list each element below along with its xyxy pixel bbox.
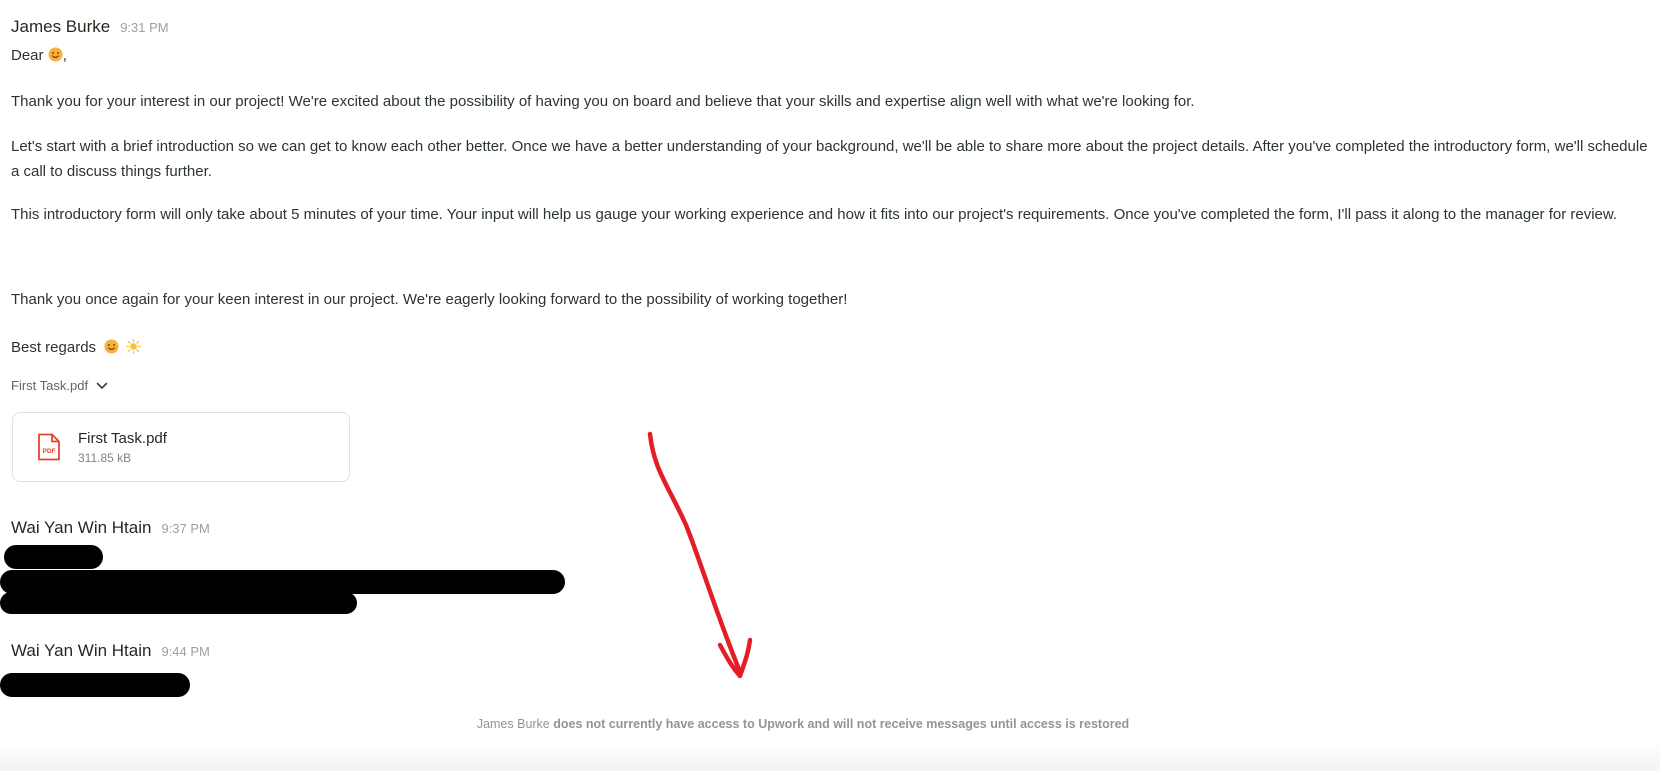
message-header: James Burke 9:31 PM	[11, 17, 1651, 37]
closing-text: Best regards	[11, 339, 97, 356]
paragraph-text: Let's start with a brief introduction so…	[11, 138, 1648, 180]
pdf-file-icon: PDF	[38, 433, 60, 461]
redacted-text	[0, 673, 190, 697]
access-notice: James Burke does not currently have acce…	[0, 717, 1606, 731]
paragraph-text: Thank you for your interest in our proje…	[11, 93, 1195, 110]
paragraph-text: This introductory form will only take ab…	[11, 206, 1618, 223]
redacted-text	[0, 570, 565, 594]
pdf-icon-label: PDF	[43, 448, 56, 455]
sender-name[interactable]: Wai Yan Win Htain	[11, 641, 151, 661]
attachment-size: 311.85 kB	[78, 450, 132, 465]
greeting-text: Dear	[11, 47, 44, 64]
attachment-toggle[interactable]: First Task.pdf	[11, 378, 108, 393]
paragraph-1: Thank you for your interest in our proje…	[11, 90, 1651, 115]
message-james-burke: James Burke 9:31 PM	[11, 17, 1651, 37]
attachment-card[interactable]: PDF First Task.pdf 311.85 kB	[12, 412, 350, 482]
paragraph-4: Thank you once again for your keen inter…	[11, 288, 1651, 313]
attachment-meta: First Task.pdf 311.85 kB	[78, 430, 167, 465]
message-time: 9:37 PM	[161, 521, 210, 536]
sender-name[interactable]: Wai Yan Win Htain	[11, 518, 151, 538]
paragraph-3: This introductory form will only take ab…	[11, 203, 1651, 228]
sun-emoji	[126, 339, 142, 354]
sender-name[interactable]: James Burke	[11, 17, 110, 37]
notice-name: James Burke	[476, 717, 550, 731]
message-thread-page: James Burke 9:31 PM Dear , Thank you for…	[0, 0, 1660, 771]
message-time: 9:31 PM	[120, 20, 169, 35]
message-body: Dear ,	[11, 44, 1651, 69]
closing-line: Best regards	[11, 336, 1651, 361]
paragraph-text: Thank you once again for your keen inter…	[11, 291, 848, 308]
chevron-down-icon	[96, 382, 108, 389]
greeting-line: Dear ,	[11, 44, 1651, 69]
notice-text: does not currently have access to Upwork…	[553, 717, 1130, 731]
attachment-section: First Task.pdf	[11, 377, 108, 395]
message-time: 9:44 PM	[161, 644, 210, 659]
greeting-suffix: ,	[62, 47, 67, 64]
redacted-text	[0, 592, 357, 614]
message-header: Wai Yan Win Htain 9:44 PM	[11, 641, 210, 661]
smiling-face-emoji	[48, 47, 63, 62]
message-header: Wai Yan Win Htain 9:37 PM	[11, 518, 210, 538]
paragraph-2: Let's start with a brief introduction so…	[11, 135, 1651, 184]
red-arrow-annotation	[647, 431, 753, 679]
smiling-face-emoji	[104, 339, 119, 354]
attachment-toggle-label: First Task.pdf	[11, 378, 89, 393]
redacted-text	[4, 545, 103, 569]
composer-area	[0, 747, 1660, 771]
attachment-name: First Task.pdf	[78, 429, 167, 447]
